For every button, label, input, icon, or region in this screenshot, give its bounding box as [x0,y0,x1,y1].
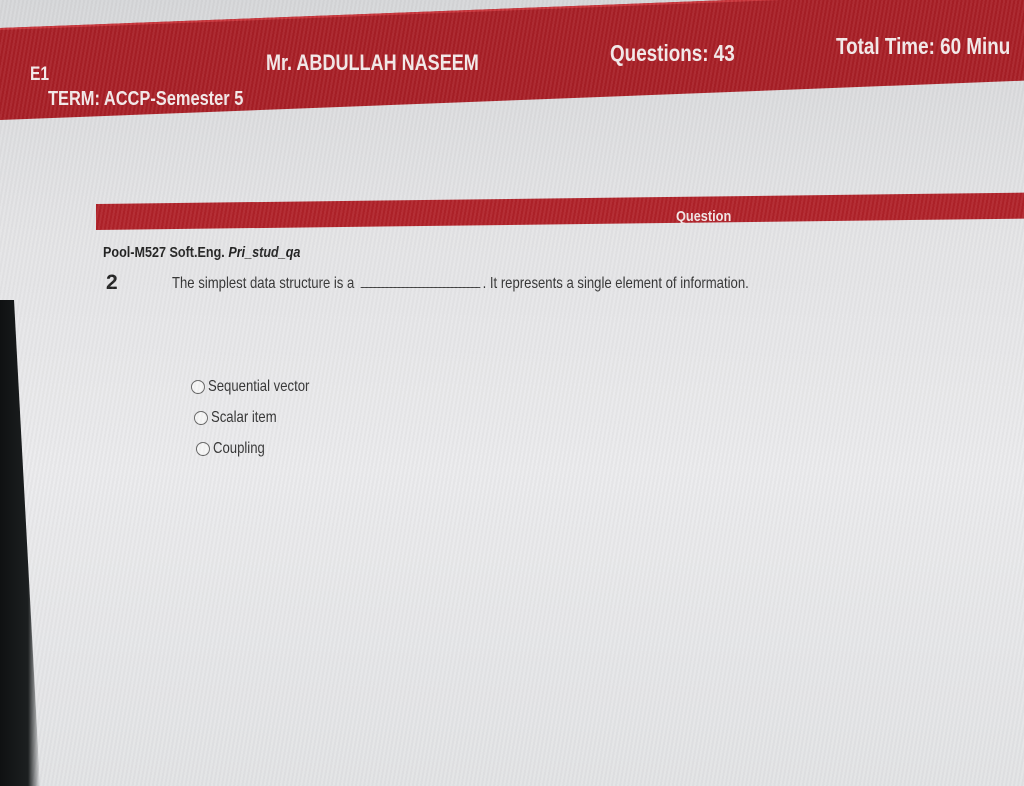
radio-button-icon[interactable] [191,380,205,394]
answer-blank [360,273,481,288]
question-count: Questions: 43 [610,40,735,66]
question-number: 2 [106,271,118,294]
question-text-after: . It represents a single element of info… [482,275,749,292]
answer-option-2[interactable]: Scalar item [194,409,291,427]
screen-moire-overlay [0,0,1024,786]
answer-option-1[interactable]: Sequential vector [191,378,332,396]
exam-screen: E1 TERM: ACCP-Semester 5 Mr. ABDULLAH NA… [0,0,1024,786]
answer-option-label: Sequential vector [208,378,310,395]
total-time: Total Time: 60 Minu [836,33,1011,59]
question-bar-label: Question [676,208,732,225]
teacher-name: Mr. ABDULLAH NASEEM [266,50,479,75]
question-text-before: The simplest data structure is a [172,275,355,292]
pool-prefix: Pool-M527 Soft.Eng. [103,244,229,261]
answer-option-label: Coupling [213,440,265,457]
answer-option-label: Scalar item [211,409,277,426]
answer-option-3[interactable]: Coupling [196,440,276,458]
radio-button-icon[interactable] [194,411,208,425]
question-pool-label: Pool-M527 Soft.Eng. Pri_stud_qa [103,244,300,261]
question-title-bar [96,192,1024,230]
question-text: The simplest data structure is a . It re… [172,273,749,293]
term-label: TERM: ACCP-Semester 5 [48,88,244,110]
radio-button-icon[interactable] [196,442,210,456]
exam-code: E1 [30,64,50,85]
pool-suffix: Pri_stud_qa [228,244,301,261]
